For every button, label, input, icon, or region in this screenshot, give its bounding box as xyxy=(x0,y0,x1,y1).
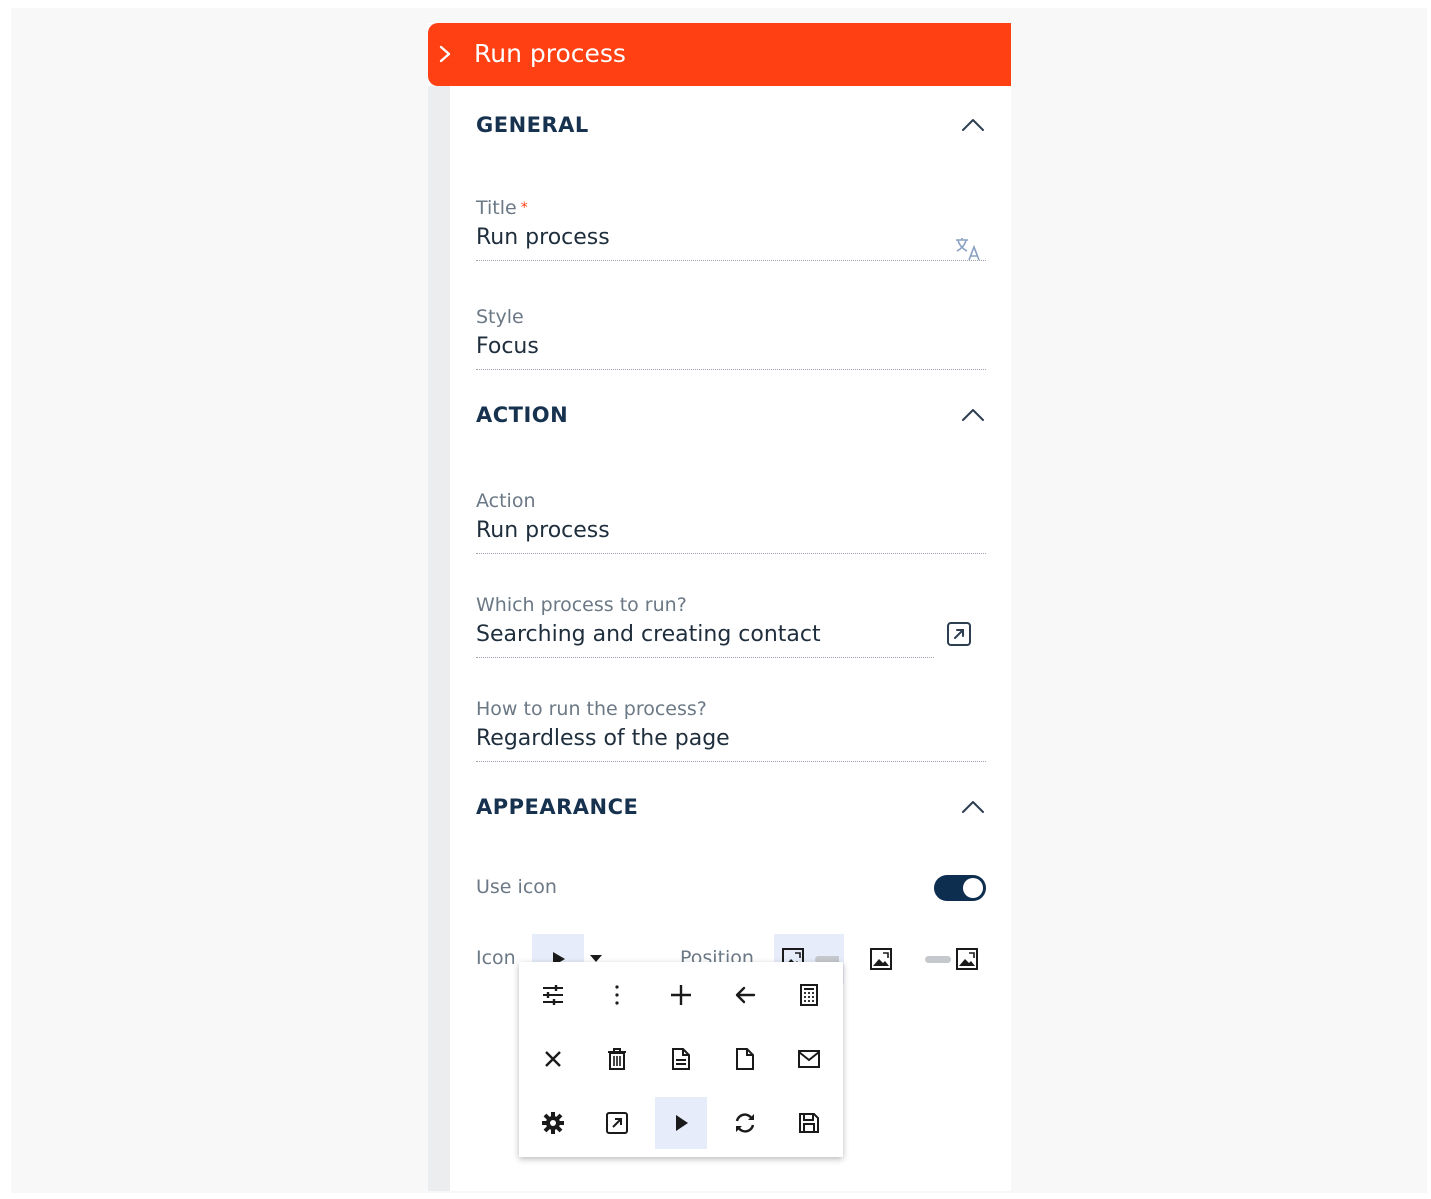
translate-icon[interactable] xyxy=(954,236,982,262)
action-field[interactable]: Action Run process xyxy=(476,489,986,554)
style-field[interactable]: Style Focus xyxy=(476,305,986,370)
field-underline xyxy=(476,260,986,261)
image-icon xyxy=(870,948,892,970)
tune-icon[interactable] xyxy=(527,969,579,1021)
chevron-up-icon[interactable] xyxy=(960,114,986,136)
more-vert-icon[interactable] xyxy=(591,969,643,1021)
use-icon-toggle[interactable] xyxy=(934,875,986,901)
section-appearance-title: APPEARANCE xyxy=(476,795,639,819)
action-field-label: Action xyxy=(476,490,536,512)
mail-icon[interactable] xyxy=(783,1033,835,1085)
save-icon[interactable] xyxy=(783,1097,835,1149)
text-with-image-icon xyxy=(925,948,978,970)
how-to-run-field-value[interactable]: Regardless of the page xyxy=(476,723,986,755)
section-appearance-header[interactable]: APPEARANCE xyxy=(476,792,986,822)
required-marker: * xyxy=(520,200,528,216)
title-field-label: Title * xyxy=(476,197,528,219)
section-general-header[interactable]: GENERAL xyxy=(476,110,986,140)
gear-icon[interactable] xyxy=(527,1097,579,1149)
style-field-value[interactable]: Focus xyxy=(476,331,986,363)
toggle-knob xyxy=(963,878,983,898)
position-icon-only-button[interactable] xyxy=(856,934,906,984)
which-process-field-label: Which process to run? xyxy=(476,594,687,616)
field-underline xyxy=(476,761,986,762)
icon-label: Icon xyxy=(476,947,516,969)
chevron-up-icon[interactable] xyxy=(960,404,986,426)
which-process-field-value[interactable]: Searching and creating contact xyxy=(476,619,934,651)
arrow-left-icon[interactable] xyxy=(719,969,771,1021)
icon-picker-popup xyxy=(519,962,843,1157)
file-icon[interactable] xyxy=(719,1033,771,1085)
use-icon-label: Use icon xyxy=(476,876,557,898)
chevron-right-icon[interactable] xyxy=(434,43,456,65)
how-to-run-field-label: How to run the process? xyxy=(476,698,707,720)
close-icon[interactable] xyxy=(527,1033,579,1085)
how-to-run-field[interactable]: How to run the process? Regardless of th… xyxy=(476,697,986,762)
section-action-title: ACTION xyxy=(476,403,569,427)
title-field[interactable]: Title * Run process xyxy=(476,196,986,261)
trash-icon[interactable] xyxy=(591,1033,643,1085)
panel-header: Run process xyxy=(428,23,1011,86)
which-process-field[interactable]: Which process to run? Searching and crea… xyxy=(476,593,934,658)
panel-side-strip xyxy=(428,86,450,1191)
style-field-label: Style xyxy=(476,306,524,328)
open-external-icon[interactable] xyxy=(591,1097,643,1149)
section-action-header[interactable]: ACTION xyxy=(476,400,986,430)
section-general-title: GENERAL xyxy=(476,113,589,137)
play-icon[interactable] xyxy=(655,1097,707,1149)
plus-icon[interactable] xyxy=(655,969,707,1021)
refresh-icon[interactable] xyxy=(719,1097,771,1149)
calculator-icon[interactable] xyxy=(783,969,835,1021)
document-icon[interactable] xyxy=(655,1033,707,1085)
title-field-value[interactable]: Run process xyxy=(476,222,986,254)
field-underline xyxy=(476,657,934,658)
field-underline xyxy=(476,369,986,370)
position-icon-right-button[interactable] xyxy=(916,934,986,984)
chevron-up-icon[interactable] xyxy=(960,796,986,818)
action-field-value[interactable]: Run process xyxy=(476,515,986,547)
panel-title: Run process xyxy=(474,39,626,68)
field-underline xyxy=(476,553,986,554)
open-external-icon[interactable] xyxy=(946,621,972,647)
